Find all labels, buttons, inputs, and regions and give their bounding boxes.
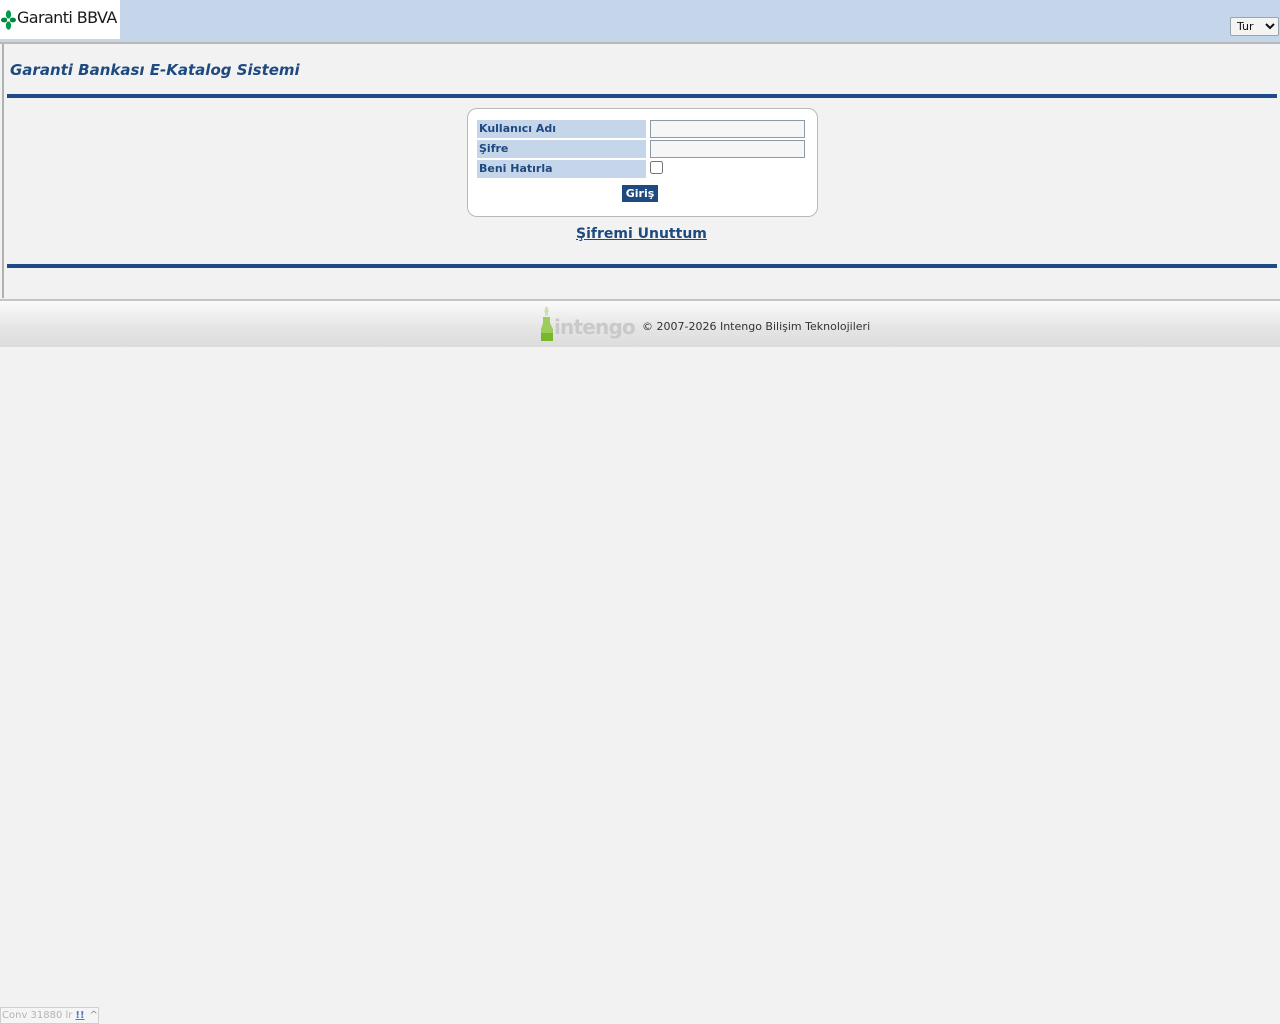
intengo-logo: intengo	[538, 305, 636, 345]
debug-link[interactable]: !!	[75, 1010, 84, 1021]
copyright-text: © 2007-2026 Intengo Bilişim Teknolojiler…	[642, 320, 871, 333]
intengo-wordmark: intengo	[554, 315, 636, 339]
password-label: Şifre	[477, 140, 646, 158]
bottom-divider	[7, 264, 1277, 268]
garanti-bbva-logo[interactable]: Garanti BBVA	[0, 0, 120, 39]
username-label: Kullanıcı Adı	[477, 120, 646, 138]
clover-icon	[1, 10, 16, 30]
flask-icon	[541, 307, 553, 341]
language-select[interactable]: Tur	[1230, 17, 1279, 36]
brand-name: Garanti BBVA	[17, 8, 117, 27]
footer	[0, 299, 1280, 347]
remember-me-label: Beni Hatırla	[477, 160, 646, 178]
username-input[interactable]	[650, 120, 805, 138]
top-header: Garanti BBVA Tur	[0, 0, 1280, 44]
remember-me-checkbox[interactable]	[650, 161, 663, 174]
top-divider	[7, 94, 1277, 98]
login-button[interactable]: Giriş	[622, 185, 658, 202]
page-title: Garanti Bankası E-Katalog Sistemi	[10, 61, 300, 79]
forgot-password-link[interactable]: Şifremi Unuttum	[576, 226, 707, 242]
debug-toolbar[interactable]: Conv 31880 lr!! ^	[0, 1007, 99, 1024]
password-input[interactable]	[650, 140, 805, 158]
collapse-caret-icon[interactable]: ^	[90, 1010, 98, 1021]
debug-text: Conv 31880 lr	[2, 1010, 73, 1021]
